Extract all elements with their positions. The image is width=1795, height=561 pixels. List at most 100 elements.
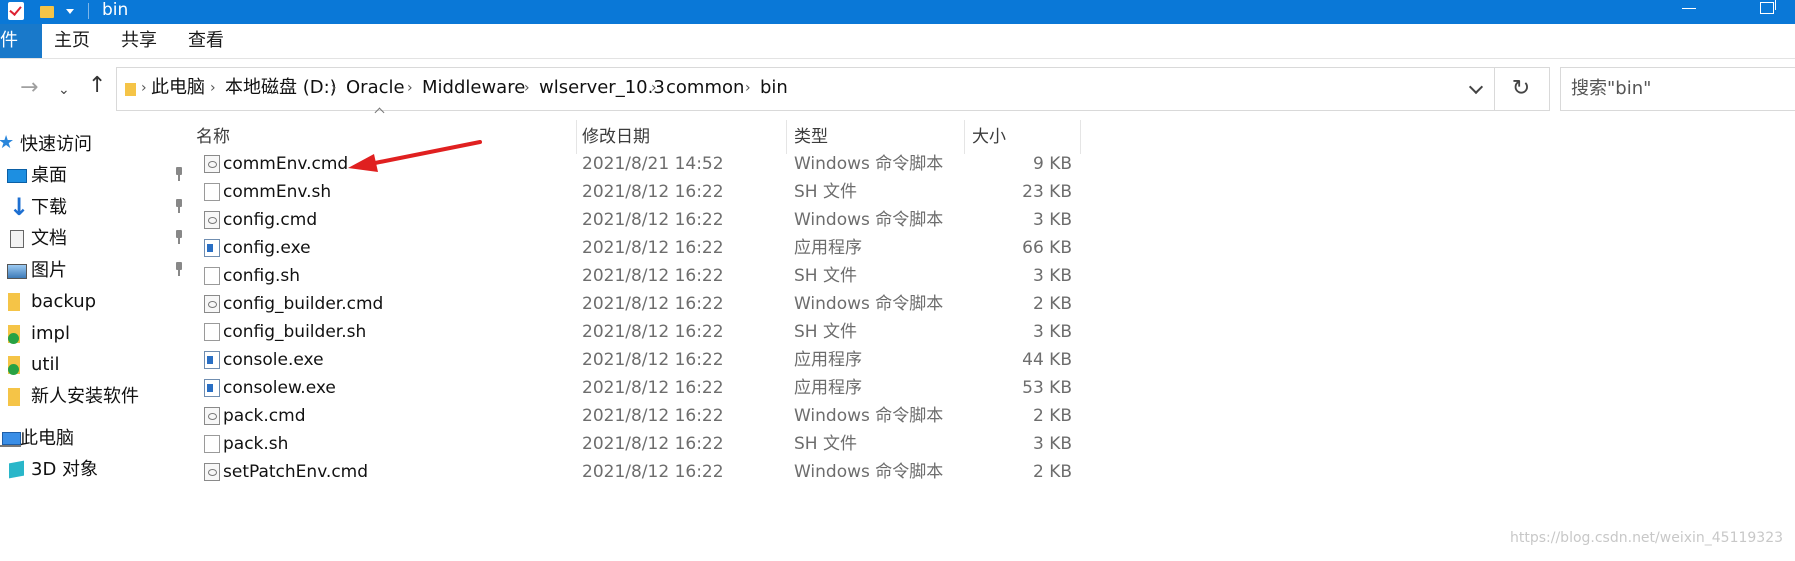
breadcrumb-bin[interactable]: bin — [760, 76, 788, 100]
sidebar-item-label: 新人安装软件 — [31, 386, 139, 407]
column-divider[interactable] — [1080, 120, 1081, 154]
tab-file-label: 文件 — [0, 30, 18, 51]
refresh-icon[interactable]: ↻ — [1493, 67, 1550, 111]
recent-locations-chevron-icon[interactable]: ⌄ — [58, 79, 70, 101]
file-row[interactable]: pack.cmd 2021/8/12 16:22 Windows 命令脚本 2 … — [196, 402, 1096, 430]
window-title: bin — [102, 0, 129, 20]
download-icon — [7, 193, 29, 221]
file-row[interactable]: config.exe 2021/8/12 16:22 应用程序 66 KB — [196, 234, 1096, 262]
sidebar-item-impl[interactable]: impl — [0, 319, 196, 349]
breadcrumb-separator-icon[interactable]: › — [141, 77, 147, 99]
column-header-date[interactable]: 修改日期 — [582, 120, 650, 154]
tab-share[interactable]: 共享 — [121, 24, 157, 58]
new-folder-icon[interactable] — [40, 2, 56, 20]
column-header-size[interactable]: 大小 — [972, 120, 1006, 154]
breadcrumb-separator-icon[interactable]: › — [210, 77, 216, 99]
breadcrumb-separator-icon[interactable]: › — [651, 77, 657, 99]
file-date: 2021/8/12 16:22 — [582, 238, 724, 258]
tab-home[interactable]: 主页 — [54, 24, 90, 58]
sidebar-item-label: 图片 — [31, 260, 67, 281]
search-input[interactable] — [1571, 76, 1791, 100]
desktop-icon — [7, 167, 27, 185]
breadcrumb-wlserver[interactable]: wlserver_10.3 — [539, 76, 665, 100]
document-icon — [7, 230, 27, 248]
breadcrumb-common[interactable]: common — [666, 76, 744, 100]
folder-icon — [4, 293, 24, 311]
column-divider[interactable] — [576, 120, 577, 154]
file-date: 2021/8/12 16:22 — [582, 378, 724, 398]
breadcrumb-separator-icon[interactable]: › — [745, 77, 751, 99]
sidebar-item-pictures[interactable]: 图片 — [0, 256, 196, 286]
file-size: 44 KB — [1022, 350, 1072, 370]
file-name: pack.cmd — [223, 406, 306, 426]
file-row[interactable]: config.sh 2021/8/12 16:22 SH 文件 3 KB — [196, 262, 1096, 290]
breadcrumb-separator-icon[interactable]: › — [407, 77, 413, 99]
sh-file-icon — [204, 435, 220, 453]
sidebar-item-quick-access[interactable]: 快速访问 — [0, 130, 196, 160]
pin-icon[interactable] — [172, 167, 186, 183]
file-size: 66 KB — [1022, 238, 1072, 258]
sidebar-item-this-pc[interactable]: 此电脑 — [0, 424, 196, 454]
pictures-icon — [7, 262, 27, 280]
tab-file[interactable]: 文件 — [0, 24, 42, 58]
file-size: 2 KB — [1032, 462, 1072, 482]
breadcrumb-middleware[interactable]: Middleware — [422, 76, 525, 100]
column-divider[interactable] — [786, 120, 787, 154]
column-header-type[interactable]: 类型 — [794, 120, 828, 154]
file-type: Windows 命令脚本 — [794, 406, 944, 426]
file-type: 应用程序 — [794, 350, 862, 370]
sidebar-item-new-hire-software[interactable]: 新人安装软件 — [0, 382, 196, 412]
minimize-icon[interactable] — [1682, 8, 1696, 9]
column-divider[interactable] — [964, 120, 965, 154]
sidebar-item-desktop[interactable]: 桌面 — [0, 161, 196, 191]
file-name: pack.sh — [223, 434, 289, 454]
sidebar-item-util[interactable]: util — [0, 350, 196, 380]
breadcrumb-separator-icon[interactable]: › — [331, 77, 337, 99]
file-row[interactable]: config_builder.sh 2021/8/12 16:22 SH 文件 … — [196, 318, 1096, 346]
file-row[interactable]: config_builder.cmd 2021/8/12 16:22 Windo… — [196, 290, 1096, 318]
sidebar-item-documents[interactable]: 文档 — [0, 224, 196, 254]
pin-icon[interactable] — [172, 199, 186, 215]
customize-quick-access-dropdown-icon[interactable] — [64, 2, 80, 20]
sidebar-item-downloads[interactable]: 下载 — [0, 193, 196, 223]
pin-icon[interactable] — [172, 262, 186, 278]
breadcrumb-this-pc[interactable]: 此电脑 — [151, 76, 205, 100]
file-date: 2021/8/12 16:22 — [582, 210, 724, 230]
breadcrumb-oracle[interactable]: Oracle — [346, 76, 405, 100]
ribbon-tabs: 文件 主页 共享 查看 — [0, 24, 1795, 59]
breadcrumb-local-disk[interactable]: 本地磁盘 (D:) — [225, 76, 337, 100]
annotation-arrow-icon — [348, 140, 482, 172]
sidebar-item-label: 3D 对象 — [31, 459, 99, 480]
sidebar-item-label: 下载 — [31, 197, 67, 218]
file-date: 2021/8/12 16:22 — [582, 350, 724, 370]
column-header-name[interactable]: 名称 — [196, 120, 230, 154]
cmd-file-icon — [204, 463, 220, 481]
pin-icon[interactable] — [172, 230, 186, 246]
properties-check-icon[interactable] — [8, 2, 24, 20]
address-history-chevron-icon[interactable] — [1469, 81, 1483, 95]
title-separator — [88, 3, 89, 19]
file-row[interactable]: console.exe 2021/8/12 16:22 应用程序 44 KB — [196, 346, 1096, 374]
file-date: 2021/8/12 16:22 — [582, 182, 724, 202]
file-row[interactable]: setPatchEnv.cmd 2021/8/12 16:22 Windows … — [196, 458, 1096, 486]
folder-icon — [125, 80, 139, 96]
tab-view[interactable]: 查看 — [188, 24, 224, 58]
sh-file-icon — [204, 267, 220, 285]
file-row[interactable]: consolew.exe 2021/8/12 16:22 应用程序 53 KB — [196, 374, 1096, 402]
address-bar[interactable]: › 此电脑 › 本地磁盘 (D:) › Oracle › Middleware … — [116, 67, 1495, 111]
up-arrow-icon[interactable]: ↑ — [88, 75, 106, 97]
file-name: console.exe — [223, 350, 324, 370]
file-list: commEnv.cmd 2021/8/21 14:52 Windows 命令脚本… — [196, 150, 1795, 561]
search-box[interactable] — [1560, 67, 1795, 111]
breadcrumb-separator-icon[interactable]: › — [524, 77, 530, 99]
restore-icon[interactable] — [1760, 0, 1776, 14]
sidebar-item-3d-objects[interactable]: 3D 对象 — [0, 455, 196, 485]
file-row[interactable]: commEnv.cmd 2021/8/21 14:52 Windows 命令脚本… — [196, 150, 1096, 178]
file-row[interactable]: commEnv.sh 2021/8/12 16:22 SH 文件 23 KB — [196, 178, 1096, 206]
forward-arrow-icon[interactable]: → — [20, 77, 38, 99]
file-row[interactable]: config.cmd 2021/8/12 16:22 Windows 命令脚本 … — [196, 206, 1096, 234]
file-name: setPatchEnv.cmd — [223, 462, 369, 482]
file-row[interactable]: pack.sh 2021/8/12 16:22 SH 文件 3 KB — [196, 430, 1096, 458]
file-size: 3 KB — [1032, 322, 1072, 342]
sidebar-item-backup[interactable]: backup — [0, 287, 196, 317]
